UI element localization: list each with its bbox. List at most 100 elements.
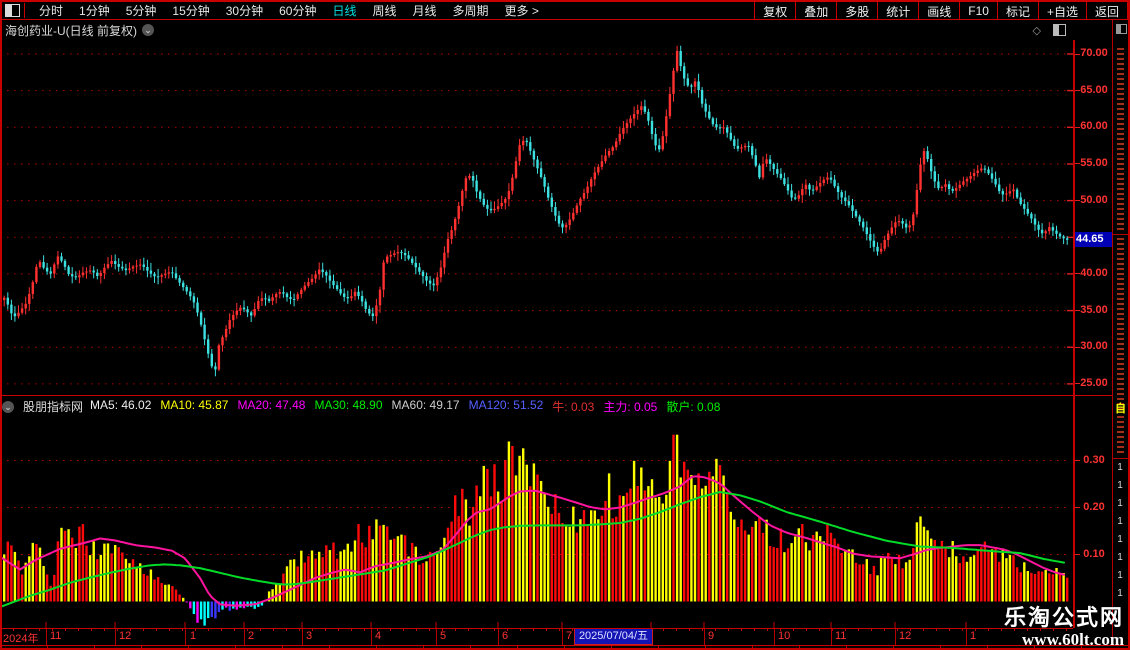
watermark-cn: 乐淘公式网 [1003,605,1124,630]
month-separator [46,628,47,645]
indicator-axis-label: 0.10 [1083,547,1105,560]
strip-panel-icon[interactable] [1116,24,1127,34]
axis-month-label: 11 [835,630,847,642]
date-axis: 2024年 2025/07/04/五 11 12 1 2 3 4 5 6 7 9 10 11 12 1 [0,628,1073,645]
menu-item-周线[interactable]: 周线 [364,2,404,19]
price-axis-label: 40.00 [1080,266,1108,279]
axis-month-label: 5 [440,630,447,642]
toolbar-buttons: 复权 叠加 多股 统计 画线 F10 标记 +自选 返回 [754,2,1128,19]
strip-list-number: 1 [1117,570,1123,581]
axis-top-line [0,628,1073,629]
month-separator [302,628,303,645]
indicator-value: MA10: 45.87 [160,398,229,412]
menu-item-30分钟[interactable]: 30分钟 [218,2,271,19]
axis-bottom-line [0,645,1128,646]
menu-item-更多 >[interactable]: 更多 > [497,2,547,19]
month-separator [244,628,245,645]
toolbar-button-返回[interactable]: 返回 [1087,2,1128,19]
price-axis-label: 55.00 [1080,156,1108,169]
strip-divider [1113,234,1128,235]
strip-list-number: 1 [1117,516,1123,527]
axis-month-label: 1 [190,630,197,642]
strip-list-number: 1 [1117,588,1123,599]
month-separator [185,628,186,645]
month-separator [704,628,705,645]
indicator-value: MA5: 46.02 [90,398,152,412]
indicator-header: ⌄ 股朋指标网 MA5: 46.02 MA10: 45.87 MA20: 47.48… [2,396,1073,417]
menu-divider [24,3,25,18]
menu-item-多周期[interactable]: 多周期 [445,2,497,19]
indicator-value: 牛: 0.03 [552,400,595,414]
menu-item-15分钟[interactable]: 15分钟 [164,2,217,19]
title-right-icons: ◇ [1033,21,1066,39]
axis-month-label: 10 [778,630,791,642]
month-separator [498,628,499,645]
axis-year-label: 2024年 [3,633,39,645]
axis-month-label: 12 [899,630,912,642]
toolbar-button-+自选[interactable]: +自选 [1039,2,1087,19]
window-split-icon[interactable] [5,4,20,17]
strip-list-number: 1 [1117,552,1123,563]
strip-vertical-text [1117,416,1124,456]
indicator-axis-label: 0.20 [1083,500,1105,513]
axis-month-label: 12 [119,630,132,642]
app-window: 分时 1分钟 5分钟 15分钟 30分钟 60分钟 日线 周线 月线 多周期 更多 > 复权 叠加 多股… [0,0,1130,650]
indicator-ma-values: MA5: 46.02 MA10: 45.87 MA20: 47.48 MA30: 48… [90,398,720,415]
candlestick-chart[interactable] [0,40,1074,395]
indicator-value: 散户: 0.08 [666,400,721,414]
menu-item-60分钟[interactable]: 60分钟 [271,2,324,19]
strip-list-number: 1 [1117,498,1123,509]
menu-item-分时[interactable]: 分时 [31,2,71,19]
price-axis-label: 70.00 [1080,47,1108,59]
indicator-source-label: 股朋指标网 [23,400,84,414]
diamond-icon[interactable]: ◇ [1033,24,1041,37]
axis-month-label: 9 [708,630,715,642]
axis-month-label: 4 [375,630,382,642]
y-axis-line [1073,40,1075,628]
strip-vertical-text [1117,238,1124,410]
month-separator [831,628,832,645]
title-row: 海创药业-U(日线 前复权) ⌄ ◇ [2,21,1106,39]
price-axis-label: 35.00 [1080,303,1108,316]
toolbar-button-F10[interactable]: F10 [960,2,998,19]
menu-item-日线[interactable]: 日线 [324,2,364,19]
strip-vertical-text [1117,48,1124,232]
axis-month-label: 2 [248,630,255,642]
indicator-value: 主力: 0.05 [603,400,658,414]
menu-item-月线[interactable]: 月线 [405,2,445,19]
selected-date-box: 2025/07/04/五 [574,628,653,645]
toolbar-button-多股[interactable]: 多股 [837,2,879,19]
last-price-badge: 44.65 [1074,231,1116,247]
strip-tab-zixuan[interactable]: 自 [1115,400,1126,416]
indicator-value: MA60: 49.17 [391,398,460,412]
chevron-down-icon[interactable]: ⌄ [142,24,154,36]
toolbar-button-统计[interactable]: 统计 [878,2,920,19]
strip-list-number: 1 [1117,534,1123,545]
page-title: 海创药业-U(日线 前复权) [5,23,137,38]
strip-list-number: 1 [1117,462,1123,473]
indicator-chart[interactable] [0,418,1074,628]
toolbar-button-画线[interactable]: 画线 [919,2,961,19]
chevron-down-icon[interactable]: ⌄ [2,400,14,413]
toolbar-button-复权[interactable]: 复权 [755,2,797,19]
watermark: 乐淘公式网 www.60lt.com [1003,605,1124,650]
month-separator [895,628,896,645]
right-side-strip: 自 1 1 1 1 1 1 1 1 [1112,20,1128,646]
strip-list-number: 1 [1117,480,1123,491]
axis-month-label: 1 [970,630,977,642]
menu-item-5分钟[interactable]: 5分钟 [118,2,165,19]
axis-month-label: 7 [566,630,573,642]
toolbar-button-标记[interactable]: 标记 [998,2,1039,19]
price-axis-label: 65.00 [1080,83,1108,96]
price-axis-label: 60.00 [1080,120,1108,133]
layout-split-icon[interactable] [1053,24,1066,36]
month-separator [371,628,372,645]
toolbar-button-叠加[interactable]: 叠加 [796,2,838,19]
price-axis-label: 30.00 [1080,340,1108,353]
axis-month-label: 11 [50,630,62,642]
menu-item-1分钟[interactable]: 1分钟 [71,2,118,19]
indicator-value: MA30: 48.90 [314,398,383,412]
month-separator [966,628,967,645]
watermark-url: www.60lt.com [1022,630,1124,649]
price-axis-label: 50.00 [1080,193,1108,206]
